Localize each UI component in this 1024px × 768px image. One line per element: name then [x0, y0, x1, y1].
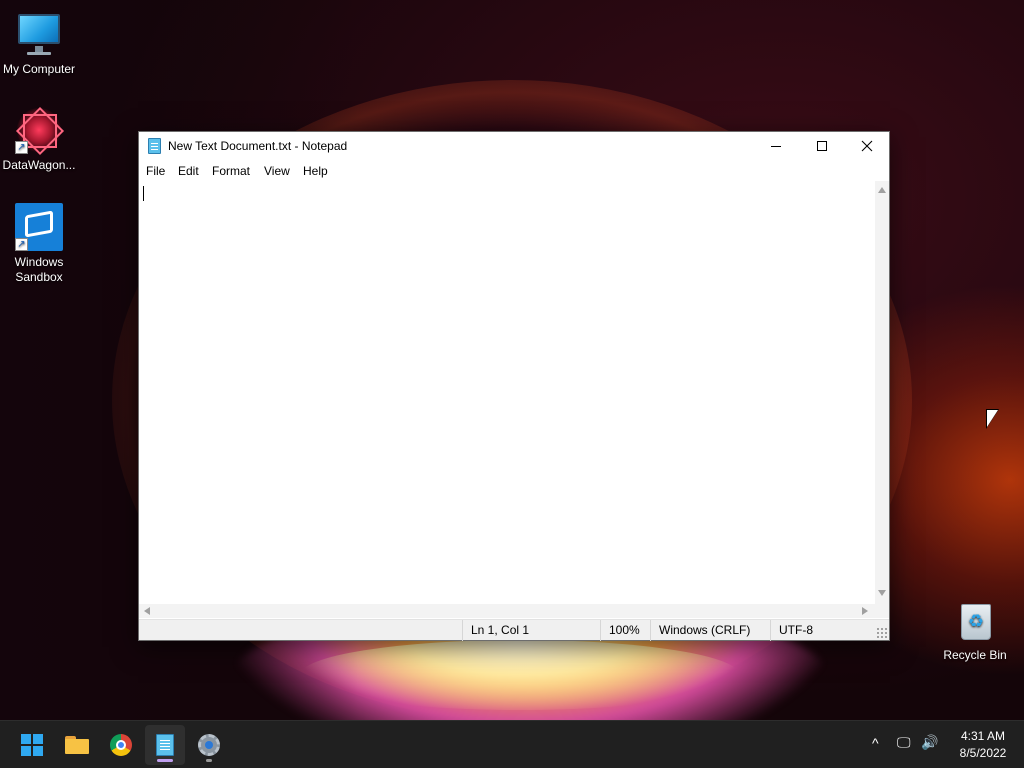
- menu-view[interactable]: View: [264, 164, 290, 178]
- text-caret: [143, 186, 144, 201]
- desktop-icon-my-computer[interactable]: My Computer: [0, 10, 78, 77]
- desktop-icon-datawagon[interactable]: ↗ DataWagon...: [0, 106, 78, 173]
- taskbar-file-explorer[interactable]: [57, 725, 97, 765]
- text-editor[interactable]: [139, 181, 875, 604]
- maximize-icon: [817, 141, 827, 151]
- desktop-icon-recycle-bin[interactable]: ♻ Recycle Bin: [936, 596, 1014, 663]
- menu-bar: File Edit Format View Help: [139, 161, 889, 181]
- taskbar-chrome[interactable]: [101, 725, 141, 765]
- minimize-button[interactable]: [753, 132, 799, 160]
- file-explorer-icon: [65, 736, 89, 754]
- scroll-up-icon[interactable]: [878, 187, 886, 193]
- menu-format[interactable]: Format: [212, 164, 250, 178]
- recycle-bin-icon: ♻: [951, 596, 999, 644]
- resize-grip-icon[interactable]: [876, 627, 887, 639]
- clock-time: 4:31 AM: [960, 729, 1006, 743]
- tray-overflow-chevron-icon[interactable]: ^: [872, 735, 879, 751]
- active-app-indicator: [157, 759, 173, 762]
- scrollbar-corner: [875, 604, 889, 618]
- taskbar: ^ 🖵 🔊 4:31 AM 8/5/2022: [0, 720, 1024, 768]
- scroll-left-icon[interactable]: [144, 607, 150, 615]
- volume-icon[interactable]: 🔊: [921, 734, 938, 751]
- status-zoom: 100%: [600, 620, 650, 641]
- notepad-icon: [148, 138, 161, 154]
- window-title: New Text Document.txt - Notepad: [168, 139, 348, 153]
- chrome-icon: [110, 734, 132, 756]
- notepad-icon: [156, 734, 174, 756]
- desktop-icon-label: Windows Sandbox: [14, 255, 64, 284]
- status-bar: Ln 1, Col 1 100% Windows (CRLF) UTF-8: [139, 619, 889, 641]
- desktop-icon-label: Recycle Bin: [943, 648, 1007, 662]
- title-bar[interactable]: New Text Document.txt - Notepad: [139, 132, 889, 160]
- desktop-icon-label: My Computer: [2, 62, 76, 76]
- horizontal-scrollbar[interactable]: [139, 604, 875, 618]
- maximize-button[interactable]: [799, 132, 845, 160]
- status-encoding: UTF-8: [770, 620, 874, 641]
- datawagon-icon: ↗: [15, 106, 63, 154]
- running-app-indicator: [206, 759, 212, 762]
- menu-edit[interactable]: Edit: [178, 164, 199, 178]
- vertical-scrollbar[interactable]: [875, 181, 889, 604]
- clock-date: 8/5/2022: [959, 746, 1007, 760]
- menu-file[interactable]: File: [146, 164, 165, 178]
- settings-icon: [198, 734, 220, 756]
- taskbar-settings[interactable]: [189, 725, 229, 765]
- close-button[interactable]: [844, 132, 890, 160]
- scroll-right-icon[interactable]: [862, 607, 868, 615]
- sandbox-icon: ↗: [15, 203, 63, 251]
- network-icon[interactable]: 🖵: [897, 734, 911, 751]
- start-button[interactable]: [12, 725, 52, 765]
- taskbar-notepad[interactable]: [145, 725, 185, 765]
- menu-help[interactable]: Help: [303, 164, 328, 178]
- notepad-window[interactable]: New Text Document.txt - Notepad File Edi…: [138, 131, 890, 641]
- windows-start-icon: [21, 734, 43, 756]
- monitor-icon: [15, 10, 63, 58]
- status-line-endings: Windows (CRLF): [650, 620, 770, 641]
- minimize-icon: [771, 145, 781, 147]
- scroll-down-icon[interactable]: [878, 590, 886, 596]
- shortcut-arrow-icon: ↗: [15, 238, 28, 251]
- close-icon: [861, 140, 873, 152]
- desktop-icon-windows-sandbox[interactable]: ↗ Windows Sandbox: [0, 203, 78, 285]
- shortcut-arrow-icon: ↗: [15, 141, 28, 154]
- mouse-cursor-icon: [987, 410, 998, 427]
- status-cursor-position: Ln 1, Col 1: [462, 620, 600, 641]
- desktop-icon-label: DataWagon...: [2, 158, 76, 172]
